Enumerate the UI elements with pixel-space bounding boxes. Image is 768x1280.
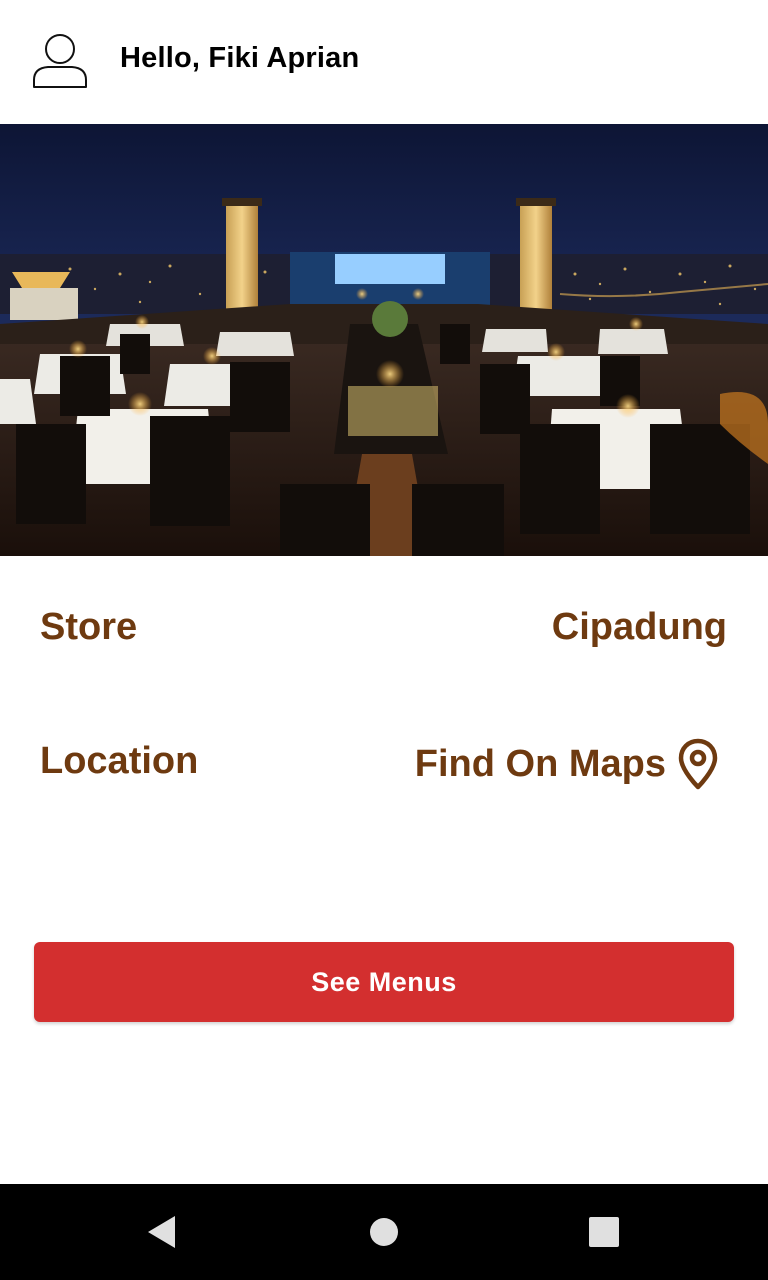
map-pin-icon	[678, 738, 718, 790]
find-on-maps-text: Find On Maps	[414, 742, 666, 785]
recents-square-icon[interactable]	[584, 1212, 624, 1252]
greeting-text: Hello, Fiki Aprian	[120, 42, 360, 74]
find-on-maps-link[interactable]: Find On Maps	[415, 738, 718, 790]
system-navigation-bar	[0, 1184, 768, 1280]
location-label: Location	[40, 740, 199, 782]
app-header: Hello, Fiki Aprian	[0, 0, 768, 124]
see-menus-button[interactable]: See Menus	[34, 942, 734, 1022]
back-triangle-icon[interactable]	[142, 1212, 182, 1252]
store-label: Store	[40, 606, 138, 648]
store-hero-image	[0, 124, 768, 556]
store-name-value: Cipadung	[551, 606, 727, 648]
store-detail-screen: Hello, Fiki Aprian Store Cipadung Locati…	[0, 0, 768, 1280]
user-avatar-icon[interactable]	[30, 30, 90, 90]
home-circle-icon[interactable]	[364, 1212, 404, 1252]
